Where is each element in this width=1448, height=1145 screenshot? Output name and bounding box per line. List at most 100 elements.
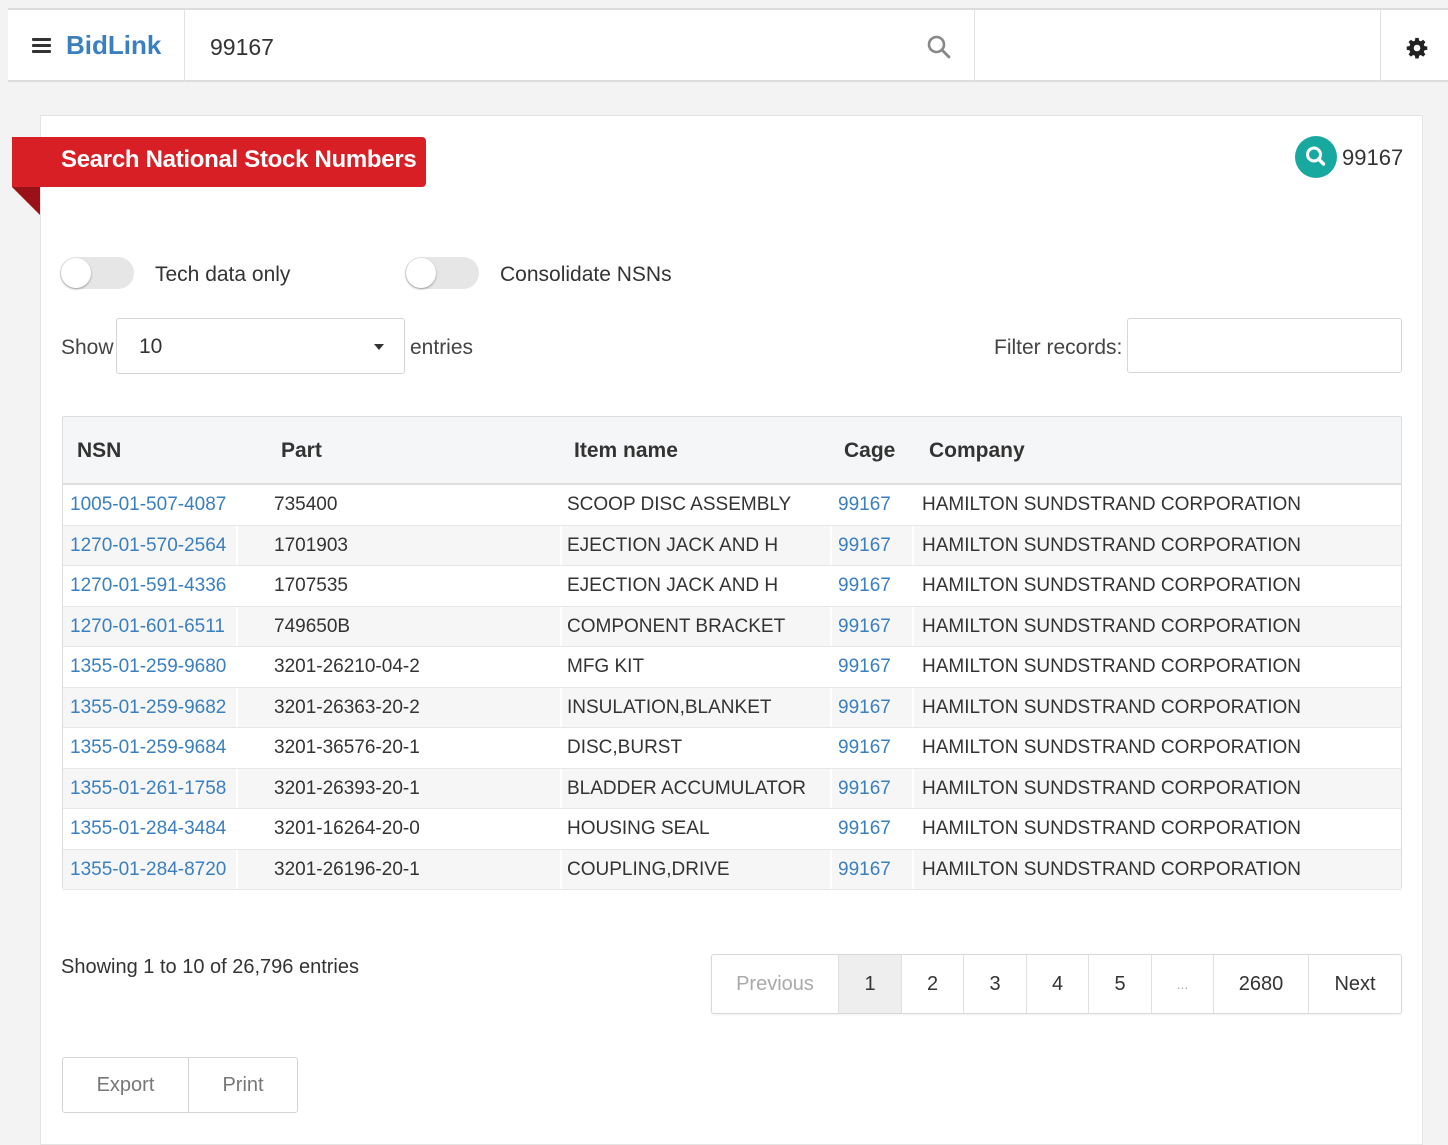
- page-1-button[interactable]: 1: [838, 955, 901, 1013]
- page-2680-button[interactable]: 2680: [1213, 955, 1308, 1013]
- cage-link[interactable]: 99167: [838, 697, 891, 719]
- company-cell: HAMILTON SUNDSTRAND CORPORATION: [922, 494, 1301, 515]
- search-icon[interactable]: [926, 34, 952, 60]
- consolidate-nsns-label: Consolidate NSNs: [500, 263, 672, 286]
- top-bar: BidLink 99167: [8, 8, 1448, 82]
- company-cell: HAMILTON SUNDSTRAND CORPORATION: [922, 575, 1301, 596]
- previous-page-button: Previous: [736, 973, 814, 995]
- pagination-ellipsis: ...: [1151, 955, 1213, 1013]
- cage-link[interactable]: 99167: [838, 656, 891, 678]
- pagination: Previous 1 2 3 4 5... 2680 Next: [711, 954, 1402, 1014]
- table-row: 1355-01-284-8720 3201-26196-20-1 COUPLING,…: [63, 849, 1401, 890]
- next-page-button[interactable]: Next: [1308, 955, 1401, 1013]
- column-divider: [912, 809, 914, 849]
- column-divider: [912, 485, 914, 525]
- divider: [184, 10, 185, 82]
- cage-link[interactable]: 99167: [838, 494, 891, 516]
- nsn-link[interactable]: 1270-01-591-4336: [70, 575, 226, 597]
- nsn-link[interactable]: 1005-01-507-4087: [70, 494, 226, 516]
- page-2-button[interactable]: 2: [901, 955, 963, 1013]
- column-divider: [560, 768, 562, 808]
- table-row: 1270-01-591-4336 1707535 EJECTION JACK AND…: [63, 566, 1401, 607]
- page-3-button[interactable]: 3: [963, 955, 1026, 1013]
- item-name-cell: BLADDER ACCUMULATOR: [567, 777, 806, 799]
- export-print-group: Export Print: [62, 1057, 298, 1113]
- filter-input[interactable]: [1127, 318, 1402, 373]
- print-button[interactable]: Print: [189, 1058, 297, 1112]
- nsn-link[interactable]: 1355-01-284-3484: [70, 818, 226, 840]
- part-cell: 3201-36576-20-1: [274, 737, 420, 758]
- item-name-cell: DISC,BURST: [567, 737, 683, 758]
- column-divider: [236, 728, 238, 768]
- part-cell: 3201-26196-20-1: [274, 858, 420, 880]
- nsn-link[interactable]: 1355-01-259-9684: [70, 737, 226, 759]
- export-button[interactable]: Export: [63, 1058, 189, 1112]
- part-cell: 3201-26210-04-2: [274, 656, 420, 677]
- column-divider: [830, 809, 832, 849]
- cage-link[interactable]: 99167: [838, 616, 891, 638]
- item-name-cell: MFG KIT: [567, 656, 645, 677]
- table-row: 1005-01-507-4087 735400 SCOOP DISC ASSEMBL…: [63, 485, 1401, 526]
- caret-down-icon: [374, 344, 384, 350]
- column-divider: [560, 728, 562, 768]
- table-row: 1355-01-259-9682 3201-26363-20-2 INSULATIO…: [63, 687, 1401, 728]
- nsn-link[interactable]: 1355-01-284-8720: [70, 859, 226, 881]
- part-cell: 735400: [274, 494, 338, 515]
- column-divider: [912, 687, 914, 727]
- search-badge-icon[interactable]: [1295, 136, 1337, 178]
- column-header-company[interactable]: Company: [929, 439, 1025, 463]
- top-search-input[interactable]: 99167: [210, 34, 274, 61]
- column-divider: [560, 525, 562, 565]
- company-cell: HAMILTON SUNDSTRAND CORPORATION: [922, 656, 1301, 677]
- tech-data-toggle[interactable]: [60, 257, 134, 289]
- column-header-cage[interactable]: Cage: [844, 439, 895, 463]
- part-cell: 3201-26393-20-1: [274, 777, 420, 799]
- gear-icon[interactable]: [1406, 37, 1428, 59]
- column-header-item-name[interactable]: Item name: [574, 439, 678, 463]
- column-divider: [560, 606, 562, 646]
- column-divider: [830, 566, 832, 606]
- cage-link[interactable]: 99167: [838, 818, 891, 840]
- consolidate-nsns-toggle[interactable]: [405, 257, 479, 289]
- column-divider: [912, 606, 914, 646]
- table-info: Showing 1 to 10 of 26,796 entries: [61, 956, 359, 978]
- entries-select[interactable]: 10: [116, 318, 405, 374]
- column-divider: [236, 566, 238, 606]
- column-divider: [830, 647, 832, 687]
- item-name-cell: EJECTION JACK AND H: [567, 534, 779, 556]
- item-name-cell: EJECTION JACK AND H: [567, 575, 779, 596]
- table-row: 1270-01-601-6511 749650B COMPONENT BRACKET…: [63, 606, 1401, 647]
- company-cell: HAMILTON SUNDSTRAND CORPORATION: [922, 777, 1301, 799]
- column-header-nsn[interactable]: NSN: [77, 439, 121, 463]
- column-divider: [560, 566, 562, 606]
- column-header-part[interactable]: Part: [281, 439, 322, 463]
- nsn-link[interactable]: 1355-01-259-9682: [70, 697, 226, 719]
- column-divider: [912, 768, 914, 808]
- hamburger-icon[interactable]: [32, 38, 51, 53]
- brand-logo[interactable]: BidLink: [66, 30, 161, 61]
- cage-link[interactable]: 99167: [838, 737, 891, 759]
- entries-select-value: 10: [139, 335, 163, 358]
- company-cell: HAMILTON SUNDSTRAND CORPORATION: [922, 818, 1301, 839]
- cage-link[interactable]: 99167: [838, 778, 891, 800]
- nsn-link[interactable]: 1355-01-259-9680: [70, 656, 226, 678]
- cage-link[interactable]: 99167: [838, 859, 891, 881]
- page-4-button[interactable]: 4: [1026, 955, 1088, 1013]
- divider: [974, 10, 975, 82]
- column-divider: [912, 647, 914, 687]
- tech-data-label: Tech data only: [155, 263, 291, 286]
- column-divider: [236, 809, 238, 849]
- cage-link[interactable]: 99167: [838, 575, 891, 597]
- column-divider: [236, 485, 238, 525]
- company-cell: HAMILTON SUNDSTRAND CORPORATION: [922, 696, 1301, 718]
- part-cell: 1707535: [274, 575, 348, 596]
- nsn-link[interactable]: 1355-01-261-1758: [70, 778, 226, 800]
- nsn-link[interactable]: 1270-01-601-6511: [70, 616, 225, 638]
- column-divider: [236, 768, 238, 808]
- column-divider: [830, 485, 832, 525]
- ribbon-fold: [12, 187, 40, 215]
- page-5-button[interactable]: 5: [1088, 955, 1151, 1013]
- nsn-link[interactable]: 1270-01-570-2564: [70, 535, 226, 557]
- cage-link[interactable]: 99167: [838, 535, 891, 557]
- table-row: 1355-01-261-1758 3201-26393-20-1 BLADDER A…: [63, 768, 1401, 809]
